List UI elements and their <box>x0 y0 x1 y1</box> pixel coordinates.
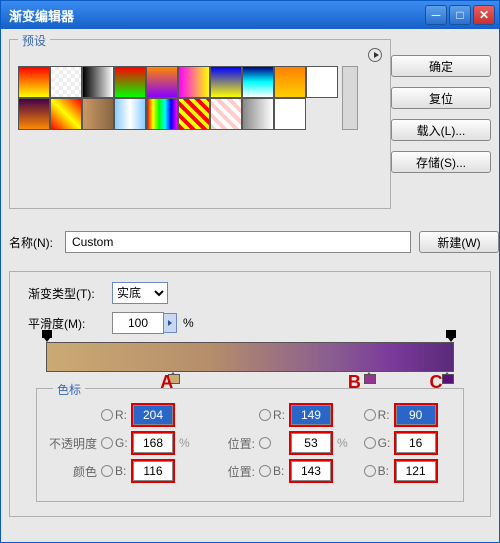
save-button[interactable]: 存储(S)... <box>391 151 491 173</box>
smooth-label: 平滑度(M): <box>28 315 112 332</box>
name-input[interactable] <box>65 231 411 253</box>
preset-swatch[interactable] <box>242 66 274 98</box>
preset-swatch[interactable] <box>114 98 146 130</box>
opacity-stop-right[interactable] <box>446 330 458 342</box>
preset-swatch[interactable] <box>18 98 50 130</box>
window-title: 渐变编辑器 <box>5 6 423 25</box>
preset-swatch[interactable] <box>82 98 114 130</box>
b-a[interactable] <box>133 461 173 481</box>
preset-swatch[interactable] <box>146 66 178 98</box>
preset-swatch[interactable] <box>82 66 114 98</box>
g-c[interactable] <box>396 433 436 453</box>
smooth-stepper[interactable] <box>163 313 177 333</box>
col-c: R: G: B: <box>360 399 455 491</box>
gradient-bar-area: A B C <box>46 342 454 372</box>
reset-button[interactable]: 复位 <box>391 87 491 109</box>
r-c[interactable] <box>396 405 436 425</box>
preset-scrollbar[interactable] <box>342 66 358 130</box>
gradient-editor-window: 渐变编辑器 ─ □ ✕ 预设 <box>0 0 500 543</box>
radio[interactable] <box>101 465 113 477</box>
smooth-value[interactable]: 100 <box>112 312 164 334</box>
radio[interactable] <box>101 409 113 421</box>
radio[interactable] <box>259 409 271 421</box>
preset-swatch[interactable] <box>50 66 82 98</box>
b-c[interactable] <box>396 461 436 481</box>
load-button[interactable]: 载入(L)... <box>391 119 491 141</box>
color-stop-b[interactable] <box>364 372 376 384</box>
r-b[interactable] <box>291 405 331 425</box>
minimize-button[interactable]: ─ <box>425 5 447 25</box>
preset-swatch[interactable] <box>50 98 82 130</box>
ok-button[interactable]: 确定 <box>391 55 491 77</box>
radio[interactable] <box>364 437 376 449</box>
preset-swatch[interactable] <box>178 66 210 98</box>
g-b[interactable] <box>291 433 331 453</box>
preset-swatch[interactable] <box>274 98 306 130</box>
presets-legend: 预设 <box>18 32 50 49</box>
radio[interactable] <box>259 437 271 449</box>
radio[interactable] <box>364 409 376 421</box>
titlebar[interactable]: 渐变编辑器 ─ □ ✕ <box>1 1 499 29</box>
preset-swatch[interactable] <box>242 98 274 130</box>
preset-swatch[interactable] <box>306 66 338 98</box>
preset-swatch[interactable] <box>18 66 50 98</box>
col-b: R: 位置:% 位置:B: <box>203 399 352 491</box>
preset-swatch[interactable] <box>210 98 242 130</box>
close-button[interactable]: ✕ <box>473 5 495 25</box>
stops-legend: 色标 <box>53 381 85 398</box>
type-label: 渐变类型(T): <box>28 285 112 302</box>
presets-fieldset: 预设 <box>9 39 391 209</box>
preset-swatch[interactable] <box>274 66 306 98</box>
radio[interactable] <box>364 465 376 477</box>
g-a[interactable] <box>133 433 173 453</box>
type-select[interactable]: 实底 <box>112 282 168 304</box>
name-label: 名称(N): <box>9 234 65 251</box>
preset-swatch[interactable] <box>178 98 210 130</box>
pct-label: % <box>183 316 194 330</box>
stops-panel: 色标 R: 不透明度G:% 颜色B: R: 位置:% 位置:B: R: G: B… <box>36 388 464 502</box>
new-button[interactable]: 新建(W) <box>419 231 499 253</box>
gradient-bar[interactable] <box>46 342 454 372</box>
preset-swatch[interactable] <box>210 66 242 98</box>
preset-swatch[interactable] <box>146 98 178 130</box>
opacity-stop-left[interactable] <box>42 330 54 342</box>
preset-swatch[interactable] <box>114 66 146 98</box>
radio[interactable] <box>101 437 113 449</box>
col-labels: R: 不透明度G:% 颜色B: <box>45 399 195 491</box>
maximize-button[interactable]: □ <box>449 5 471 25</box>
radio[interactable] <box>259 465 271 477</box>
gradient-type-fieldset: 渐变类型(T): 实底 平滑度(M): 100 % A B C 色标 R: <box>9 271 491 517</box>
preset-grid <box>18 66 338 130</box>
b-b[interactable] <box>291 461 331 481</box>
r-a[interactable] <box>133 405 173 425</box>
presets-menu-icon[interactable] <box>368 48 382 62</box>
color-stop-c[interactable] <box>442 372 454 384</box>
